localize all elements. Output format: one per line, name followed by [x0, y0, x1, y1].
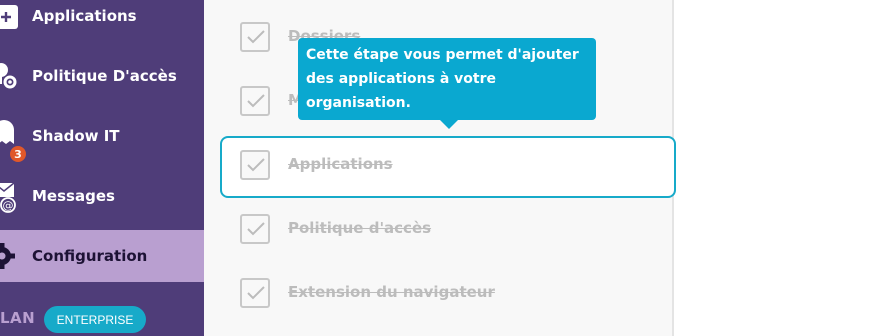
step-applications[interactable]: Applications	[240, 150, 660, 182]
svg-text:@: @	[3, 199, 14, 212]
step-checkbox[interactable]	[240, 86, 270, 116]
step-checkbox[interactable]	[240, 22, 270, 52]
plan-label: LAN	[0, 309, 36, 327]
check-icon	[247, 222, 265, 236]
notification-badge: 3	[10, 146, 26, 162]
sidebar-item-label: Configuration	[32, 247, 148, 265]
check-icon	[247, 158, 265, 172]
sidebar-item-label: Politique D'accès	[32, 67, 177, 85]
sidebar-item-label: Messages	[32, 187, 115, 205]
sidebar-item-applications[interactable]: Applications	[0, 0, 220, 42]
tooltip-arrow	[440, 120, 458, 129]
step-label: Extension du navigateur	[288, 283, 495, 301]
plus-icon	[0, 3, 20, 29]
step-checkbox[interactable]	[240, 150, 270, 180]
step-checkbox[interactable]	[240, 214, 270, 244]
step-label: Applications	[288, 155, 393, 173]
step-checkbox[interactable]	[240, 278, 270, 308]
plan-badge[interactable]: ENTERPRISE	[44, 306, 146, 333]
right-pane	[674, 0, 896, 336]
sidebar-item-messages[interactable]: @ Messages	[0, 170, 220, 222]
sidebar-item-politique-acces[interactable]: Politique D'accès	[0, 50, 220, 102]
check-icon	[247, 286, 265, 300]
step-politique-acces[interactable]: Politique d'accès	[240, 214, 660, 246]
key-gear-icon	[0, 62, 20, 89]
sidebar-item-label: Applications	[32, 7, 137, 25]
gear-icon	[0, 242, 20, 269]
ghost-icon	[0, 120, 20, 146]
sidebar-item-configuration[interactable]: Configuration	[0, 230, 220, 282]
sidebar-item-shadow-it[interactable]: 3 Shadow IT	[0, 110, 220, 162]
onboarding-tooltip: Cette étape vous permet d'ajouter des ap…	[298, 38, 596, 120]
check-icon	[247, 94, 265, 108]
sidebar-item-label: Shadow IT	[32, 127, 120, 145]
check-icon	[247, 30, 265, 44]
sidebar: Applications Politique D'accès 3 Shadow …	[0, 0, 220, 336]
step-label: Politique d'accès	[288, 219, 432, 237]
mail-at-icon: @	[0, 181, 20, 213]
step-extension-navigateur[interactable]: Extension du navigateur	[240, 278, 660, 310]
